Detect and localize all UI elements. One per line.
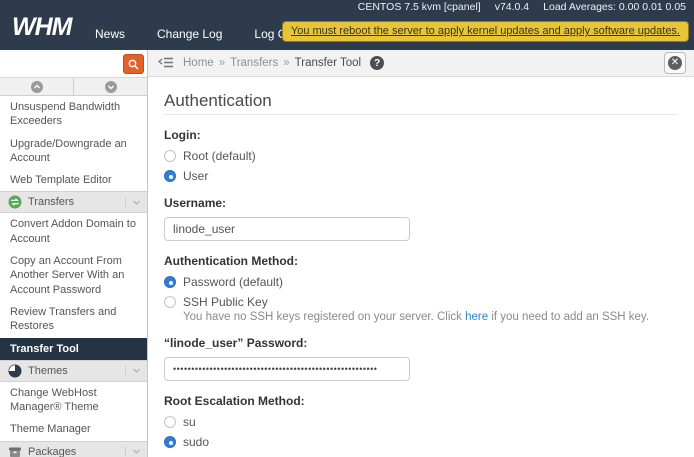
scroll-down-button[interactable] [74, 78, 147, 95]
radio-user[interactable] [164, 170, 176, 182]
login-label: Login: [164, 128, 678, 142]
username-input[interactable] [164, 217, 410, 241]
radio-label: Password (default) [183, 275, 283, 289]
password-input[interactable] [164, 357, 410, 381]
login-option-user[interactable]: User [164, 169, 678, 183]
radio-sudo[interactable] [164, 436, 176, 448]
radio-label: sudo [183, 435, 209, 449]
sidebar-item-upgrade-downgrade[interactable]: Upgrade/Downgrade an Account [0, 133, 147, 170]
escalation-option-su[interactable]: su [164, 415, 678, 429]
top-header: CENTOS 7.5 kvm [cpanel] v74.0.4 Load Ave… [0, 0, 694, 50]
escalation-option-sudo[interactable]: sudo [164, 435, 678, 449]
chevron-down-icon[interactable] [125, 366, 141, 375]
sidebar-item-copy-account[interactable]: Copy an Account From Another Server With… [0, 250, 147, 301]
note-text: You have no SSH keys registered on your … [183, 311, 465, 323]
note-text: if you need to add an SSH key. [488, 311, 649, 323]
radio-password-default[interactable] [164, 276, 176, 288]
sidebar-search [0, 50, 147, 78]
sidebar: Unsuspend Bandwidth Exceeders Upgrade/Do… [0, 50, 148, 457]
whm-logo[interactable]: WHM [12, 13, 71, 42]
sidebar-scroll-controls [0, 78, 147, 96]
chevron-down-icon[interactable] [125, 198, 141, 207]
chevron-down-icon[interactable] [125, 447, 141, 456]
close-page-button[interactable]: ✕ [664, 52, 686, 74]
sidebar-menu: Unsuspend Bandwidth Exceeders Upgrade/Do… [0, 96, 147, 457]
sidebar-section-packages[interactable]: Packages [0, 441, 147, 457]
authentication-heading: Authentication [164, 91, 678, 111]
themes-icon [8, 364, 22, 378]
transfers-icon [8, 195, 22, 209]
sidebar-item-change-whm-theme[interactable]: Change WebHost Manager® Theme [0, 382, 147, 419]
divider [164, 114, 678, 115]
reboot-alert-link[interactable]: You must reboot the server to apply kern… [282, 21, 689, 42]
main-panel: Home » Transfers » Transfer Tool ? ✕ Aut… [148, 50, 694, 457]
help-icon[interactable]: ? [370, 56, 384, 70]
sidebar-section-transfers[interactable]: Transfers [0, 191, 147, 213]
section-label: Themes [28, 365, 119, 377]
radio-label: SSH Public Key [183, 295, 268, 309]
radio-label: Root (default) [183, 149, 256, 163]
breadcrumb-current-page: Transfer Tool [295, 57, 361, 69]
auth-method-label: Authentication Method: [164, 254, 678, 268]
section-label: Transfers [28, 196, 119, 208]
arrow-up-icon [31, 81, 43, 93]
auth-option-ssh-key[interactable]: SSH Public Key [164, 295, 678, 309]
sidebar-item-transfer-tool[interactable]: Transfer Tool [0, 338, 147, 360]
radio-su[interactable] [164, 416, 176, 428]
sidebar-item-web-template-editor[interactable]: Web Template Editor [0, 169, 147, 191]
auth-option-password[interactable]: Password (default) [164, 275, 678, 289]
server-info: CENTOS 7.5 kvm [cpanel] v74.0.4 Load Ave… [358, 1, 686, 14]
radio-label: su [183, 415, 196, 429]
breadcrumb-separator: » [219, 57, 225, 69]
radio-label: User [183, 169, 208, 183]
collapse-sidebar-icon[interactable] [158, 57, 174, 69]
breadcrumb-separator: » [283, 57, 289, 69]
sidebar-item-review-transfers[interactable]: Review Transfers and Restores [0, 301, 147, 338]
password-label: “linode_user” Password: [164, 336, 678, 350]
login-option-root[interactable]: Root (default) [164, 149, 678, 163]
nav-news[interactable]: News [95, 27, 125, 41]
ssh-key-here-link[interactable]: here [465, 311, 488, 323]
ssh-key-note: You have no SSH keys registered on your … [183, 311, 678, 323]
close-icon: ✕ [668, 56, 682, 70]
search-icon [128, 59, 139, 70]
radio-root-default[interactable] [164, 150, 176, 162]
root-escalation-label: Root Escalation Method: [164, 394, 678, 408]
sidebar-section-themes[interactable]: Themes [0, 360, 147, 382]
scroll-up-button[interactable] [0, 78, 74, 95]
sidebar-item-convert-addon-domain[interactable]: Convert Addon Domain to Account [0, 213, 147, 250]
arrow-down-icon [105, 81, 117, 93]
section-label: Packages [28, 446, 119, 457]
username-label: Username: [164, 196, 678, 210]
search-button[interactable] [123, 54, 144, 74]
server-hostname: CENTOS 7.5 kvm [cpanel] [358, 1, 481, 14]
breadcrumb-transfers[interactable]: Transfers [230, 57, 278, 69]
sidebar-item-unsuspend-bandwidth[interactable]: Unsuspend Bandwidth Exceeders [0, 96, 147, 133]
radio-ssh-public-key[interactable] [164, 296, 176, 308]
breadcrumb-home[interactable]: Home [183, 57, 214, 69]
whm-version: v74.0.4 [495, 1, 529, 14]
breadcrumb: Home » Transfers » Transfer Tool [183, 57, 361, 69]
sidebar-item-theme-manager[interactable]: Theme Manager [0, 418, 147, 440]
packages-icon [8, 445, 22, 457]
transfer-tool-content: Authentication Login: Root (default) Use… [148, 77, 694, 457]
nav-change-log[interactable]: Change Log [157, 27, 222, 41]
breadcrumb-bar: Home » Transfers » Transfer Tool ? ✕ [148, 50, 694, 77]
load-averages: Load Averages: 0.00 0.01 0.05 [543, 1, 686, 14]
